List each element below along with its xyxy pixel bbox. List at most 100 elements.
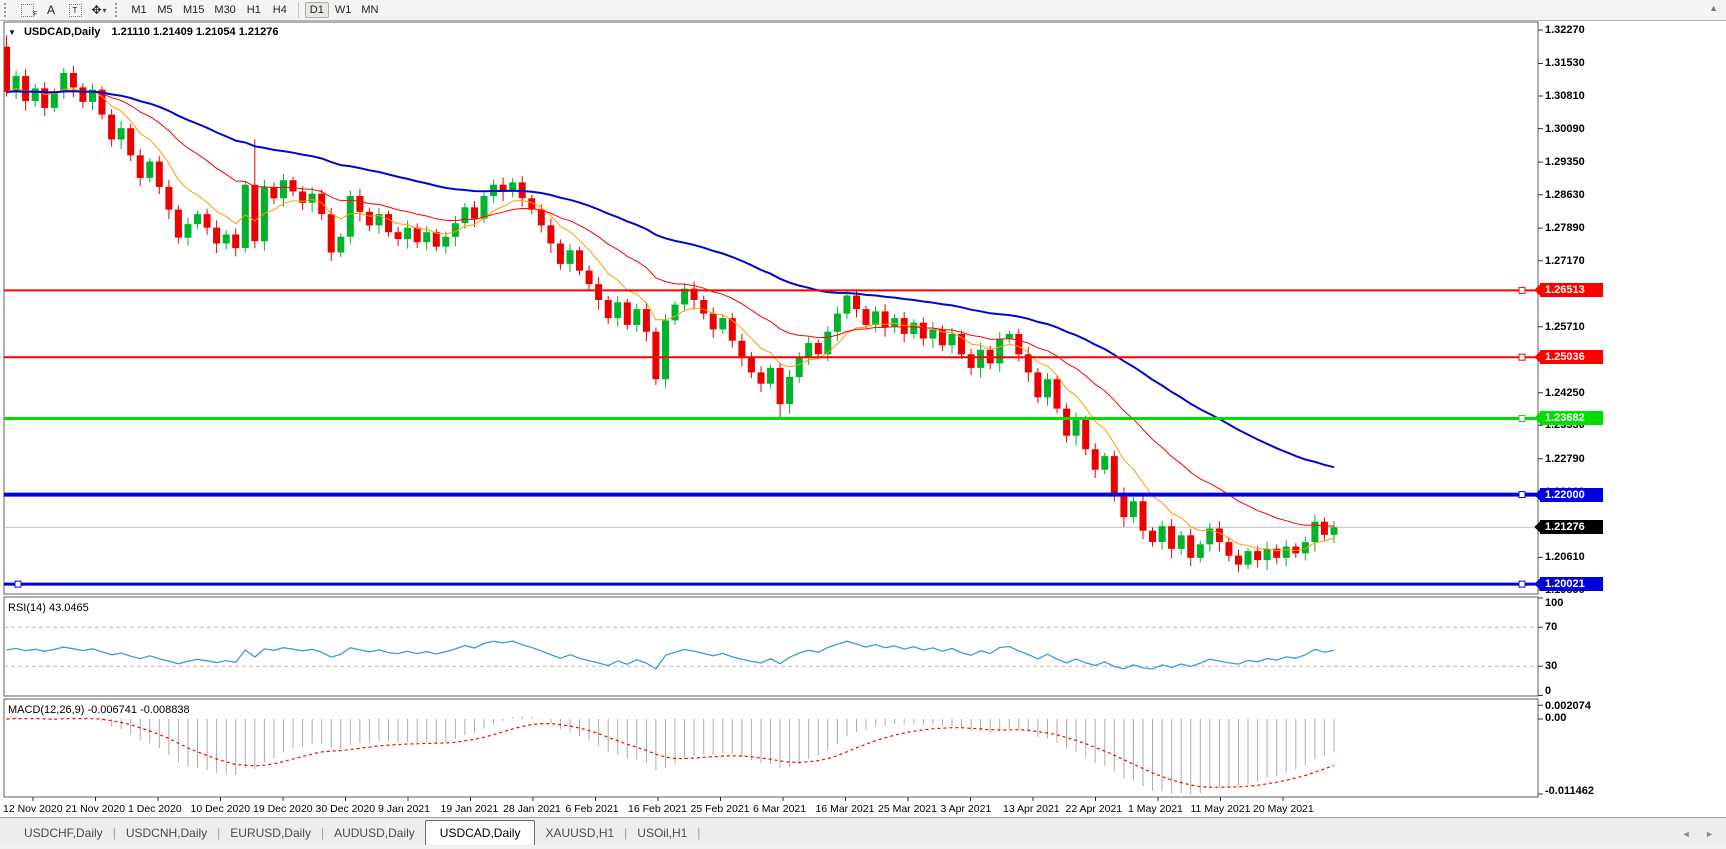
price-line-tag-1.20021[interactable]: 1.20021 xyxy=(1540,577,1603,592)
date-label: 16 Mar 2021 xyxy=(815,803,875,815)
date-label: 19 Dec 2020 xyxy=(253,803,313,815)
date-label: 10 Dec 2020 xyxy=(190,803,251,815)
ma-line-8 xyxy=(6,87,1335,552)
date-label: 1 May 2021 xyxy=(1128,803,1183,815)
trading-terminal-window: F A T ✥ ▾ M1 M5 M15 M30 H1 H4 D1 W1 MN ▲ ▼ USDCA… xyxy=(0,0,1726,849)
date-label: 3 Apr 2021 xyxy=(940,803,992,815)
toolbar-grip-2[interactable] xyxy=(115,3,122,17)
current-price-tag: 1.21276 xyxy=(1540,520,1603,535)
date-label: 25 Feb 2021 xyxy=(690,803,750,815)
tab-usoil-h1[interactable]: USOil,H1 xyxy=(627,822,697,845)
axis-ticks xyxy=(32,29,1543,801)
timeframe-button-d1[interactable]: D1 xyxy=(304,2,329,18)
rsi-axis-label: 0 xyxy=(1545,685,1552,697)
tab-audusd-daily[interactable]: AUDUSD,Daily xyxy=(324,822,425,845)
text-label-icon[interactable]: A xyxy=(39,1,63,19)
timeframe-button-h4[interactable]: H4 xyxy=(268,2,292,18)
tab-usdchf-daily[interactable]: USDCHF,Daily xyxy=(14,822,113,845)
rsi-axis-label: 30 xyxy=(1545,660,1558,673)
date-label: 11 May 2021 xyxy=(1190,803,1251,815)
tab-usdcnh-daily[interactable]: USDCNH,Daily xyxy=(116,822,217,845)
timeframe-group: M1 M5 M15 M30 H1 H4 D1 W1 MN xyxy=(126,2,383,18)
text-box-icon[interactable]: T xyxy=(63,1,87,19)
hline-handle-right[interactable] xyxy=(1518,491,1526,499)
y-axis-tick: 1.30810 xyxy=(1545,90,1585,103)
tab-scroll-arrows: ◄ ► xyxy=(1682,829,1720,839)
collapse-triangle-icon[interactable]: ▼ xyxy=(8,28,16,37)
y-axis-tick: 1.20610 xyxy=(1545,551,1585,564)
y-axis-tick: 1.28630 xyxy=(1545,188,1585,201)
ohlc-values: 1.21110 1.21409 1.21054 1.21276 xyxy=(111,26,279,38)
hline-handle-left[interactable] xyxy=(14,580,22,588)
snap-grid-icon[interactable]: F xyxy=(15,1,39,19)
timeframe-button-w1[interactable]: W1 xyxy=(331,2,356,18)
macd-axis-label: 0.002074 xyxy=(1545,700,1591,712)
date-label: 1 Dec 2020 xyxy=(128,803,182,815)
price-line-tag-1.23682[interactable]: 1.23682 xyxy=(1540,411,1603,426)
tab-scroll-left-icon[interactable]: ◄ xyxy=(1682,829,1697,839)
timeframe-button-mn[interactable]: MN xyxy=(357,2,382,18)
chart-tab-bar: USDCHF,Daily | USDCNH,Daily | EURUSD,Daily | A… xyxy=(0,817,1726,846)
tab-xauusd-h1[interactable]: XAUUSD,H1 xyxy=(535,822,624,845)
panel-frames xyxy=(3,21,1539,798)
date-label: 6 Feb 2021 xyxy=(565,803,619,815)
timeframe-button-m15[interactable]: M15 xyxy=(179,2,208,18)
rsi-axis-label: 100 xyxy=(1545,597,1564,609)
chart-window[interactable]: ▼ USDCAD,Daily 1.21110 1.21409 1.21054 1… xyxy=(0,21,1726,817)
y-axis-tick: 1.32270 xyxy=(1545,24,1585,36)
toolbar-overflow-icon[interactable]: ▲ xyxy=(1709,3,1718,13)
date-label: 6 Mar 2021 xyxy=(753,803,807,815)
status-strip xyxy=(0,845,1726,849)
dropdown-caret-icon[interactable]: ▾ xyxy=(103,6,107,15)
price-line-tag-1.25036[interactable]: 1.25036 xyxy=(1540,350,1603,365)
tab-separator: | xyxy=(697,826,701,840)
price-line-tag-1.26513[interactable]: 1.26513 xyxy=(1540,283,1603,298)
y-axis-tick: 1.22790 xyxy=(1545,452,1585,465)
date-label: 13 Apr 2021 xyxy=(1003,803,1060,815)
snap-grid-glyph: F xyxy=(20,3,38,18)
toolbar-grip[interactable] xyxy=(4,3,11,17)
text-box-glyph: T xyxy=(68,3,82,17)
y-axis-tick: 1.27890 xyxy=(1545,222,1585,235)
hline-handle-right[interactable] xyxy=(1518,353,1526,361)
timeframe-button-m1[interactable]: M1 xyxy=(127,2,151,18)
macd-axis-label: 0.00 xyxy=(1545,712,1567,724)
hline-handle-right[interactable] xyxy=(1518,286,1526,294)
candlesticks xyxy=(4,35,1338,573)
y-axis-tick: 1.27170 xyxy=(1545,254,1585,267)
timeframe-button-h1[interactable]: H1 xyxy=(242,2,266,18)
date-label: 30 Dec 2020 xyxy=(315,803,376,815)
y-axis-tick: 1.31530 xyxy=(1545,57,1585,70)
tab-usdcad-daily[interactable]: USDCAD,Daily xyxy=(424,820,536,846)
hline-handle-right[interactable] xyxy=(1518,415,1526,422)
price-line-tag-1.22000[interactable]: 1.22000 xyxy=(1540,487,1603,502)
macd-label: MACD(12,26,9) -0.006741 -0.008838 xyxy=(8,704,190,716)
date-label: 9 Jan 2021 xyxy=(378,803,430,815)
ma-line-21 xyxy=(6,89,1335,527)
date-label: 25 Mar 2021 xyxy=(878,803,937,815)
timeframe-separator xyxy=(297,2,299,18)
timeframe-button-m5[interactable]: M5 xyxy=(153,2,177,18)
macd-axis-label: -0.011462 xyxy=(1545,785,1594,797)
y-axis-tick: 1.24250 xyxy=(1545,386,1585,399)
chart-title: ▼ USDCAD,Daily 1.21110 1.21409 1.21054 1… xyxy=(8,26,278,38)
date-label: 28 Jan 2021 xyxy=(503,803,561,815)
tab-scroll-right-icon[interactable]: ► xyxy=(1705,829,1720,839)
rsi-label: RSI(14) 43.0465 xyxy=(8,602,89,614)
rsi-axis-label: 70 xyxy=(1545,621,1558,634)
date-label: 20 May 2021 xyxy=(1253,803,1314,815)
y-axis-tick: 1.25710 xyxy=(1545,320,1585,333)
date-label: 12 Nov 2020 xyxy=(3,803,63,815)
tab-eurusd-daily[interactable]: EURUSD,Daily xyxy=(220,822,321,845)
timeframe-button-m30[interactable]: M30 xyxy=(210,2,239,18)
date-label: 22 Apr 2021 xyxy=(1065,803,1123,815)
date-label: 21 Nov 2020 xyxy=(65,803,126,815)
hline-handle-right[interactable] xyxy=(1518,580,1526,588)
date-label: 19 Jan 2021 xyxy=(440,803,499,815)
y-axis-tick: 1.30090 xyxy=(1545,122,1585,135)
symbol-name: USDCAD,Daily xyxy=(23,26,101,38)
y-axis-tick: 1.29350 xyxy=(1545,156,1585,169)
date-label: 16 Feb 2021 xyxy=(628,803,687,815)
arrows-tool-icon[interactable]: ✥ ▾ xyxy=(87,1,111,19)
rsi-line xyxy=(6,640,1335,670)
